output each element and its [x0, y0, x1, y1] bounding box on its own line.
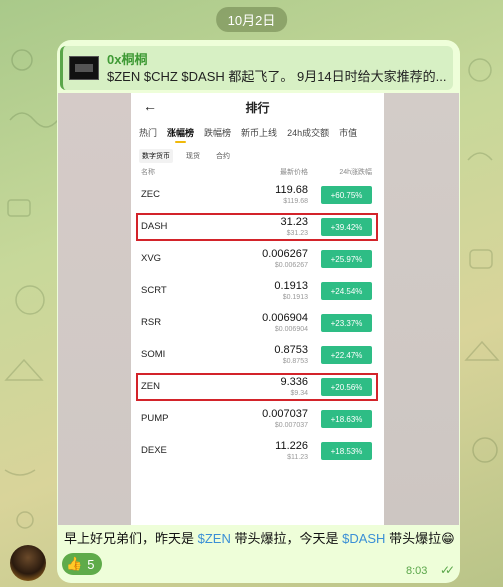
- coin-symbol: SOMI: [141, 349, 166, 360]
- coin-symbol: RSR: [141, 317, 162, 328]
- change-badge: +23.37%: [321, 314, 372, 332]
- tab-item: 新币上线: [241, 127, 278, 138]
- coin-symbol: SCRT: [141, 285, 167, 296]
- reply-author: 0x桐桐: [107, 51, 148, 67]
- coin-usd-price: $0.006904: [274, 326, 308, 333]
- coin-symbol: XVG: [141, 253, 162, 264]
- coin-usd-price: $119.68: [283, 198, 308, 205]
- ranking-row: RSR 0.006904 $0.006904 +23.37%: [131, 307, 384, 339]
- date-pill: 10月2日: [215, 7, 288, 32]
- coin-price: 0.006904: [262, 312, 308, 324]
- tab-item: 市值: [339, 127, 358, 138]
- col-name: 名称: [141, 169, 155, 176]
- reaction-count: 5: [87, 556, 95, 572]
- coin-usd-price: $0.1913: [282, 294, 308, 301]
- subtab-item: 数字货币: [139, 149, 173, 163]
- attached-screenshot[interactable]: ← 排行 热门 涨幅榜 跌幅榜 新币上线 24h成交额 市值 数字货币 现货 合约 名称 最新…: [58, 93, 459, 525]
- hashtag-dash[interactable]: $DASH: [342, 531, 385, 546]
- column-headers: 名称 最新价格 24h涨跌幅: [131, 165, 384, 179]
- change-badge: +60.75%: [321, 186, 372, 204]
- reply-preview[interactable]: 0x桐桐 $ZEN $CHZ $DASH 都起飞了。 9月14日时给大家推荐的.…: [60, 46, 453, 90]
- coin-symbol: PUMP: [141, 413, 169, 424]
- coin-usd-price: $11.23: [287, 454, 308, 461]
- market-subtabs: 数字货币 现货 合约: [131, 147, 384, 165]
- reply-thumbnail: [69, 56, 99, 80]
- subtab-item: 合约: [216, 153, 230, 160]
- highlight-box: [136, 373, 378, 401]
- coin-usd-price: $0.8753: [282, 358, 308, 365]
- coin-symbol: DEXE: [141, 445, 167, 456]
- subtab-item: 现货: [186, 153, 200, 160]
- change-badge: +18.63%: [321, 410, 372, 428]
- avatar[interactable]: [10, 545, 46, 581]
- message-time: 8:03: [406, 565, 428, 577]
- ranking-row: ZEN 9.336 $9.34 +20.56%: [131, 371, 384, 403]
- coin-price: 0.006267: [262, 248, 308, 260]
- change-badge: +22.47%: [321, 346, 372, 364]
- reply-text: $ZEN $CHZ $DASH 都起飞了。 9月14日时给大家推荐的...: [107, 68, 447, 84]
- caption-part: 带头爆拉: [385, 531, 442, 546]
- ranking-row: ZEC 119.68 $119.68 +60.75%: [131, 179, 384, 211]
- tab-item: 热门: [139, 127, 158, 138]
- tab-item: 24h成交额: [287, 127, 330, 138]
- ranking-list: ZEC 119.68 $119.68 +60.75% DASH 31.23 $31.23 +3…: [131, 179, 384, 467]
- ranking-row: SOMI 0.8753 $0.8753 +22.47%: [131, 339, 384, 371]
- ranking-row: XVG 0.006267 $0.006267 +25.97%: [131, 243, 384, 275]
- change-badge: +24.54%: [321, 282, 372, 300]
- ranking-row: PUMP 0.007037 $0.007037 +18.63%: [131, 403, 384, 435]
- col-change: 24h涨跌幅: [339, 169, 372, 176]
- caption-part: 早上好兄弟们，昨天是: [64, 531, 198, 546]
- ranking-tabs: 热门 涨幅榜 跌幅榜 新币上线 24h成交额 市值: [131, 121, 384, 143]
- change-badge: +25.97%: [321, 250, 372, 268]
- coin-price: 119.68: [275, 184, 308, 196]
- coin-symbol: ZEC: [141, 189, 160, 200]
- ranking-row: SCRT 0.1913 $0.1913 +24.54%: [131, 275, 384, 307]
- coin-usd-price: $0.006267: [274, 262, 308, 269]
- caption-part: 带头爆拉，今天是: [230, 531, 343, 546]
- col-price: 最新价格: [280, 169, 308, 176]
- thumbs-up-icon: 👍: [66, 556, 83, 571]
- message-text: 早上好兄弟们，昨天是 $ZEN 带头爆拉，今天是 $DASH 带头爆拉😁: [64, 530, 455, 548]
- tab-item: 涨幅榜: [167, 127, 195, 143]
- coin-usd-price: $0.007037: [274, 422, 308, 429]
- coin-price: 0.007037: [262, 408, 308, 420]
- ranking-screen: ← 排行 热门 涨幅榜 跌幅榜 新币上线 24h成交额 市值 数字货币 现货 合约 名称 最新…: [131, 93, 384, 525]
- hashtag-zen[interactable]: $ZEN: [198, 531, 231, 546]
- tab-item: 跌幅榜: [204, 127, 232, 138]
- highlight-box: [136, 213, 378, 241]
- ranking-row: DASH 31.23 $31.23 +39.42%: [131, 211, 384, 243]
- grin-emoji: 😁: [441, 531, 455, 546]
- reaction-chip[interactable]: 👍 5: [62, 553, 103, 575]
- read-checks-icon: ✓✓: [440, 563, 455, 577]
- coin-price: 0.8753: [274, 344, 308, 356]
- ranking-row: DEXE 11.226 $11.23 +18.53%: [131, 435, 384, 467]
- coin-price: 11.226: [275, 440, 308, 452]
- change-badge: +18.53%: [321, 442, 372, 460]
- screen-title: 排行: [245, 101, 270, 115]
- coin-price: 0.1913: [274, 280, 308, 292]
